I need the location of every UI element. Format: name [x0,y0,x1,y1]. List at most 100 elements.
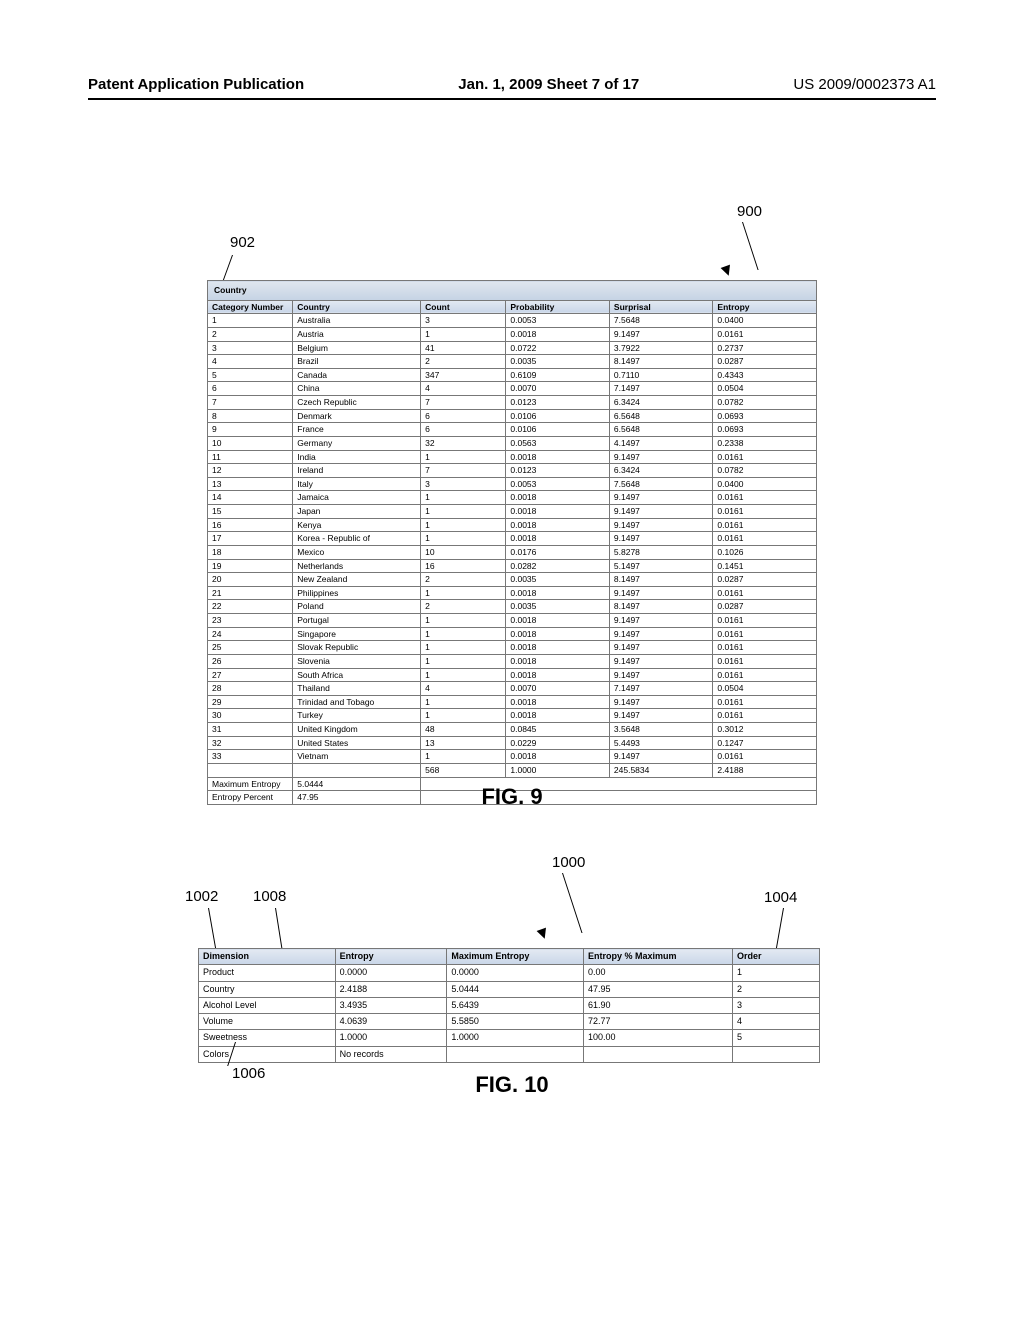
table-cell: Singapore [293,627,421,641]
table-cell: Australia [293,314,421,328]
table-row: 14Jamaica10.00189.14970.0161 [208,491,817,505]
table-cell: Philippines [293,586,421,600]
table-row: 3Belgium410.07223.79220.2737 [208,341,817,355]
table-cell: 0.1247 [713,736,817,750]
table-row: 27South Africa10.00189.14970.0161 [208,668,817,682]
table-cell [208,763,293,777]
table-cell: Jamaica [293,491,421,505]
table-cell: 1 [733,965,820,981]
table-cell: 0.2737 [713,341,817,355]
table-cell: Turkey [293,709,421,723]
table-cell: 9.1497 [609,709,713,723]
table-cell: 3 [733,997,820,1013]
fig9-caption: FIG. 9 [0,784,1024,810]
table-cell: 0.0123 [506,396,610,410]
table-cell: 3.4935 [335,997,447,1013]
table-cell: 0.0035 [506,355,610,369]
table-cell: 2 [421,600,506,614]
table-cell: 3.5648 [609,723,713,737]
table-cell: 27 [208,668,293,682]
fig9-table: Country Category NumberCountryCountProba… [207,280,817,805]
table-cell: 0.2338 [713,436,817,450]
table-cell: 0.0400 [713,477,817,491]
table-cell: 10 [208,436,293,450]
table-cell: 0.0693 [713,409,817,423]
table-cell: 7.1497 [609,682,713,696]
table-cell: Brazil [293,355,421,369]
table-cell: 0.0161 [713,641,817,655]
table-cell: 25 [208,641,293,655]
table-cell: 6 [208,382,293,396]
table-cell: 0.0161 [713,505,817,519]
table-cell: 347 [421,368,506,382]
table-cell: 12 [208,464,293,478]
table-cell: 6 [421,409,506,423]
table-row: Country2.41885.044447.952 [199,981,820,997]
table-cell: 568 [421,763,506,777]
table-cell: 1 [421,532,506,546]
table-cell: 0.6109 [506,368,610,382]
table-cell: 4 [421,682,506,696]
table-cell: Portugal [293,614,421,628]
table-cell: Alcohol Level [199,997,336,1013]
table-cell: 48 [421,723,506,737]
table-row: Volume4.06395.585072.774 [199,1014,820,1030]
table-cell: 0.0018 [506,505,610,519]
table-row: 10Germany320.05634.14970.2338 [208,436,817,450]
table-cell: 0.0053 [506,477,610,491]
callout-1002-leader [208,908,216,950]
table-cell: 0.0161 [713,654,817,668]
table-cell: 1 [208,314,293,328]
table-cell: 5.1497 [609,559,713,573]
table-cell: 23 [208,614,293,628]
header-right: US 2009/0002373 A1 [793,76,936,93]
table-cell: 0.0018 [506,586,610,600]
table-cell: 5.0444 [447,981,584,997]
table-cell: 0.0123 [506,464,610,478]
table-cell: 24 [208,627,293,641]
table-cell: 5.4493 [609,736,713,750]
table-cell: 6.5648 [609,409,713,423]
table-cell: 0.0035 [506,573,610,587]
table-cell: 1.0000 [335,1030,447,1046]
table-cell: Germany [293,436,421,450]
table-row: 31United Kingdom480.08453.56480.3012 [208,723,817,737]
fig10-col-3: Entropy % Maximum [583,949,732,965]
table-cell: 7.5648 [609,477,713,491]
table-cell: 6.3424 [609,396,713,410]
callout-1002: 1002 [185,888,218,905]
table-cell: 2.4188 [335,981,447,997]
fig9-col-4: Surprisal [609,300,713,314]
table-cell: 5 [733,1030,820,1046]
page-header: Patent Application Publication Jan. 1, 2… [0,76,1024,93]
fig10-col-0: Dimension [199,949,336,965]
table-cell: 1 [421,654,506,668]
table-cell: 26 [208,654,293,668]
table-cell: 0.0035 [506,600,610,614]
table-cell: 1 [421,586,506,600]
table-cell: 0.0287 [713,355,817,369]
table-row: 24Singapore10.00189.14970.0161 [208,627,817,641]
table-cell: 18 [208,545,293,559]
table-cell: 16 [208,518,293,532]
table-cell: China [293,382,421,396]
table-row: 22Poland20.00358.14970.0287 [208,600,817,614]
table-cell: 2 [421,573,506,587]
table-cell: Volume [199,1014,336,1030]
table-cell: 7 [421,464,506,478]
table-cell: 61.90 [583,997,732,1013]
fig10-header-row: DimensionEntropyMaximum EntropyEntropy %… [199,949,820,965]
table-cell: 1 [421,627,506,641]
table-cell: 1 [421,695,506,709]
fig9-header-row: Category NumberCountryCountProbabilitySu… [208,300,817,314]
table-cell: 0.0282 [506,559,610,573]
table-cell: 0.0161 [713,586,817,600]
table-cell: 4.1497 [609,436,713,450]
table-cell: 8.1497 [609,600,713,614]
table-row: 7Czech Republic70.01236.34240.0782 [208,396,817,410]
table-cell: 31 [208,723,293,737]
table-cell: 5 [208,368,293,382]
table-cell: Thailand [293,682,421,696]
callout-1008-leader [275,908,283,950]
table-cell: 5.5850 [447,1014,584,1030]
